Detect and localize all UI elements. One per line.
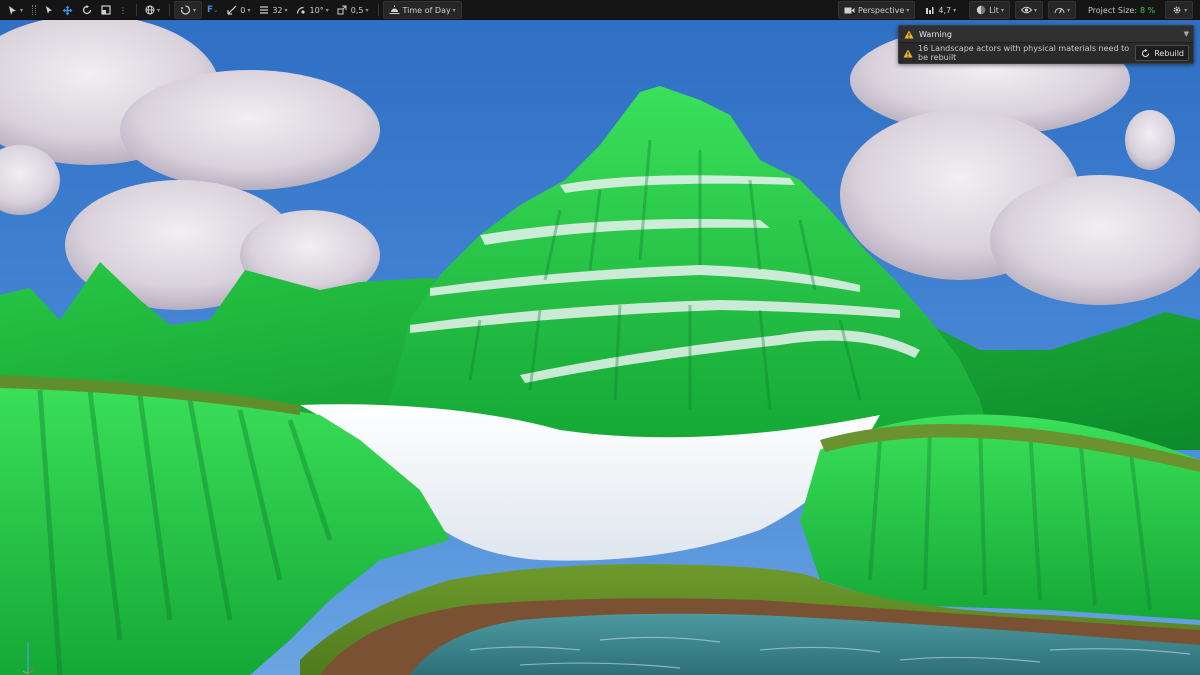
camera-speed-icon [924,5,935,16]
toolbar-separator [377,4,379,16]
translate-icon [62,5,73,16]
gear-icon [1171,5,1182,16]
grid-snap-button[interactable]: 0 ▾ [223,2,253,18]
sphere-icon [975,5,986,16]
level-viewport[interactable] [0,20,1200,675]
project-size-value: 8 % [1140,5,1156,15]
surface-snapping-button[interactable]: ▾ [174,1,203,19]
speed-icon [1054,5,1065,16]
scale-snap-button[interactable]: 0,5 ▾ [334,2,372,18]
lighting-mode-label: Lit [989,5,999,15]
translate-tool-button[interactable] [59,2,76,18]
warning-body: 16 Landscape actors with physical materi… [899,43,1193,63]
toolbar-separator [169,4,171,16]
chevron-down-icon[interactable]: ▼ [1184,30,1189,38]
viewport-settings-button[interactable]: ▾ [1165,1,1194,19]
scale-snap-icon [337,5,348,16]
scale-tool-button[interactable] [97,2,114,18]
refresh-icon [1140,48,1151,59]
toolbar-grip [32,5,37,15]
project-size-label: Project Size: [1087,5,1138,15]
landscape-scene [0,20,1200,675]
arrow-cursor-icon [43,5,54,16]
grid-size-button[interactable]: 32 ▾ [255,2,290,18]
view-mode-label: Perspective [858,5,905,15]
toolbar-right-group: Perspective ▾ 4,7 ▾ Lit ▾ ▾ ▾ Project Size: [838,0,1195,20]
warning-icon [903,48,913,59]
camera-icon [844,5,855,16]
world-icon [144,5,155,16]
view-mode-button[interactable]: Perspective ▾ [838,1,916,19]
coordinate-space-button[interactable]: ▾ [141,2,163,18]
chevron-down-icon: ▾ [20,6,24,14]
show-flags-button[interactable]: ▾ [1014,1,1043,19]
toolbar-separator [136,4,138,16]
axis-gizmo [22,642,34,675]
warning-header[interactable]: Warning ▼ [899,26,1193,43]
time-of-day-label: Time of Day [402,5,451,15]
warning-message: 16 Landscape actors with physical materi… [918,44,1130,62]
grid-translate-value: 0 [240,5,246,15]
rotate-tool-button[interactable] [78,2,95,18]
warning-icon [903,29,914,40]
performance-button[interactable]: ▾ [1047,1,1076,19]
grid-size-icon [258,5,269,16]
rebuild-warning-panel: Warning ▼ 16 Landscape actors with physi… [898,25,1194,64]
select-mode-button[interactable]: ▾ [4,2,26,18]
select-mode-icon [7,5,18,16]
warning-title: Warning [919,29,952,39]
viewport-toolbar: ▾ ⋮ ▾ ▾ F ⌄ 0 ▾ 32 ▾ 10° ▾ 0,5 ▾ Time of… [0,0,1200,20]
rebuild-label: Rebuild [1154,48,1184,58]
rotation-snap-value: 10° [309,5,324,15]
project-size-indicator: Project Size: 8 % [1088,6,1155,15]
scale-icon [100,5,111,16]
camera-speed-button[interactable]: 4,7 ▾ [921,2,959,18]
toolbar-left-group: ▾ ⋮ ▾ ▾ F ⌄ 0 ▾ 32 ▾ 10° ▾ 0,5 ▾ Time of… [4,0,464,20]
snap-to-floor-button[interactable]: F ⌄ [204,2,221,18]
rebuild-button[interactable]: Rebuild [1135,45,1189,61]
time-of-day-button[interactable]: Time of Day ▾ [382,1,462,19]
angle-icon [296,5,307,16]
rotate-icon [81,5,92,16]
grid-icon [226,5,237,16]
grid-size-value: 32 [272,5,283,15]
lighting-mode-button[interactable]: Lit ▾ [969,1,1010,19]
camera-speed-value: 4,7 [938,5,952,15]
rotation-snap-button[interactable]: 10° ▾ [293,2,332,18]
surface-snap-icon [180,4,191,16]
time-of-day-icon [389,5,400,16]
eye-icon [1020,5,1032,16]
select-tool-button[interactable] [40,2,57,18]
scale-snap-value: 0,5 [350,5,364,15]
toolbar-options-button[interactable]: ⋮ [116,2,130,18]
